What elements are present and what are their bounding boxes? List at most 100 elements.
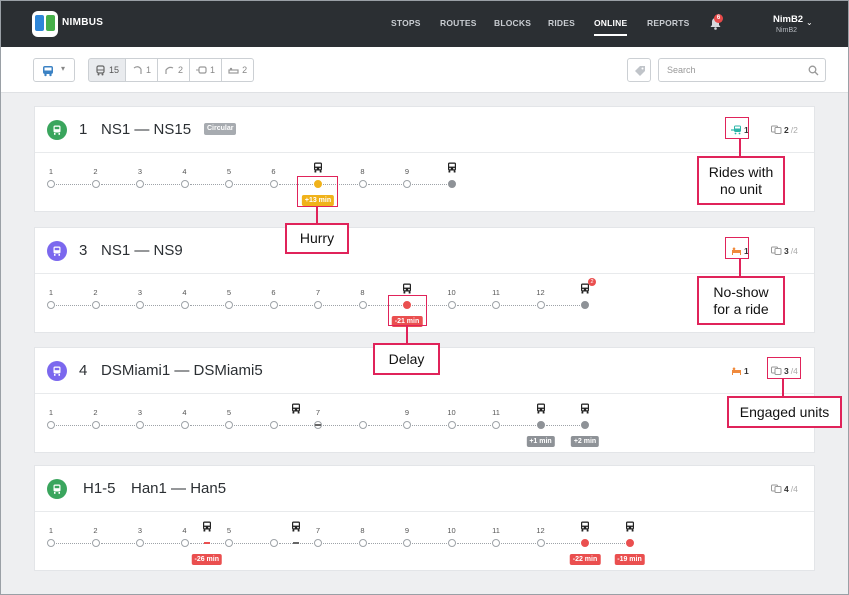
stop-marker[interactable] — [47, 180, 55, 188]
stop-marker[interactable] — [269, 421, 278, 429]
callout-highlight — [725, 117, 749, 139]
stop-marker[interactable] — [180, 180, 189, 188]
stop-marker[interactable] — [225, 301, 233, 309]
bus-icon[interactable] — [580, 521, 590, 532]
units-icon — [771, 124, 782, 135]
schedule-deviation-badge: +2 min — [570, 436, 600, 447]
stop-marker[interactable] — [269, 539, 278, 547]
user-subtitle: NimB2 — [776, 27, 798, 34]
filter-off-route[interactable]: 1 — [126, 58, 159, 82]
bus-icon[interactable] — [580, 403, 590, 414]
filter-late[interactable]: 2 — [158, 58, 191, 82]
bus-icon[interactable] — [202, 521, 212, 532]
stop-marker[interactable] — [492, 421, 500, 429]
stop-marker[interactable] — [314, 539, 322, 547]
stop-marker[interactable] — [47, 539, 55, 547]
stop-marker[interactable] — [581, 539, 589, 547]
route-number: 3 — [79, 242, 88, 259]
engaged-units-stat[interactable]: 4/4 — [771, 483, 798, 494]
route-card[interactable]: H1-5 Han1 — Han5 4/4 1 2 3 4 5 7 8 9 10 11 12 -26 m… — [34, 465, 815, 571]
bed-icon — [731, 365, 742, 376]
stop-marker[interactable] — [447, 421, 456, 429]
stop-number: 4 — [182, 167, 187, 176]
stop-marker[interactable] — [47, 421, 55, 429]
stop-marker[interactable] — [358, 539, 367, 547]
stop-marker[interactable] — [136, 539, 144, 547]
stop-marker[interactable] — [47, 301, 55, 309]
nav-reports[interactable]: REPORTS — [647, 18, 690, 28]
chevron-down-icon[interactable]: ⌄ — [806, 18, 813, 27]
stop-marker[interactable] — [225, 180, 233, 188]
engaged-units-stat[interactable]: 3/4 — [771, 245, 798, 256]
stop-marker[interactable] — [536, 421, 545, 429]
stop-marker[interactable] — [91, 421, 100, 429]
stop-marker[interactable] — [180, 539, 189, 547]
stop-marker[interactable] — [403, 180, 411, 188]
search-input[interactable] — [658, 58, 826, 82]
bus-icon[interactable] — [625, 521, 635, 532]
bus-icon[interactable] — [291, 521, 301, 532]
stop-marker[interactable] — [358, 301, 367, 309]
stop-marker[interactable] — [136, 421, 144, 429]
stop-number: 7 — [315, 408, 321, 417]
stop-number: 4 — [182, 526, 187, 535]
stop-marker[interactable] — [403, 421, 411, 429]
vehicle-position-marker — [203, 542, 210, 544]
route-segment — [501, 425, 536, 426]
nimbus-logo[interactable] — [32, 11, 58, 37]
user-name[interactable]: NimB2 — [773, 14, 803, 25]
stop-number: 9 — [404, 408, 410, 417]
stop-marker[interactable] — [91, 180, 100, 188]
bus-icon[interactable] — [313, 162, 323, 173]
bus-icon[interactable] — [447, 162, 457, 173]
stop-marker[interactable] — [447, 539, 456, 547]
filter-all-buses[interactable]: 15 — [88, 58, 127, 82]
stop-marker[interactable] — [536, 539, 545, 547]
stop-marker[interactable] — [314, 301, 322, 309]
stop-marker[interactable] — [447, 180, 456, 188]
stop-marker[interactable] — [492, 301, 500, 309]
stop-marker[interactable] — [269, 180, 278, 188]
stop-marker[interactable] — [225, 539, 233, 547]
stop-number: 1 — [48, 167, 54, 176]
stop-marker[interactable] — [91, 301, 100, 309]
schedule-deviation-badge: -22 min — [569, 554, 601, 565]
stop-marker[interactable] — [403, 539, 411, 547]
route-header: H1-5 Han1 — Han5 4/4 — [35, 466, 814, 512]
route-segment — [456, 305, 491, 306]
nav-routes[interactable]: ROUTES — [440, 18, 477, 28]
stop-marker[interactable] — [269, 301, 278, 309]
stop-marker[interactable] — [180, 421, 189, 429]
stop-marker[interactable] — [358, 421, 367, 429]
filter-no-show[interactable]: 2 — [222, 58, 255, 82]
units-icon — [771, 245, 782, 256]
stop-number: 7 — [315, 288, 321, 297]
stop-marker[interactable] — [136, 180, 144, 188]
engaged-units-stat[interactable]: 2/2 — [771, 124, 798, 135]
stop-marker[interactable] — [625, 539, 634, 547]
bus-icon[interactable] — [291, 403, 301, 414]
route-segment — [545, 543, 580, 544]
stop-marker[interactable] — [358, 180, 367, 188]
stop-marker[interactable] — [447, 301, 456, 309]
stop-marker[interactable] — [492, 539, 500, 547]
no-show-stat[interactable]: 1 — [731, 365, 749, 376]
bus-icon[interactable] — [536, 403, 546, 414]
stop-marker[interactable] — [581, 421, 589, 429]
stop-marker[interactable] — [536, 301, 545, 309]
nav-blocks[interactable]: BLOCKS — [494, 18, 531, 28]
stop-marker[interactable] — [91, 539, 100, 547]
filter-rides-no-unit[interactable]: 1 — [190, 58, 223, 82]
nav-rides[interactable]: RIDES — [548, 18, 575, 28]
nav-online[interactable]: ONLINE — [594, 18, 628, 36]
stop-marker[interactable] — [581, 301, 589, 309]
route-segment — [367, 184, 402, 185]
vehicle-type-dropdown[interactable]: ▾ — [33, 58, 75, 82]
route-segment — [234, 184, 269, 185]
stop-marker[interactable] — [180, 301, 189, 309]
stop-marker[interactable] — [136, 301, 144, 309]
nav-stops[interactable]: STOPS — [391, 18, 421, 28]
stop-marker[interactable] — [225, 421, 233, 429]
bus-icon[interactable] — [402, 283, 412, 294]
clear-tags-button[interactable] — [627, 58, 651, 82]
